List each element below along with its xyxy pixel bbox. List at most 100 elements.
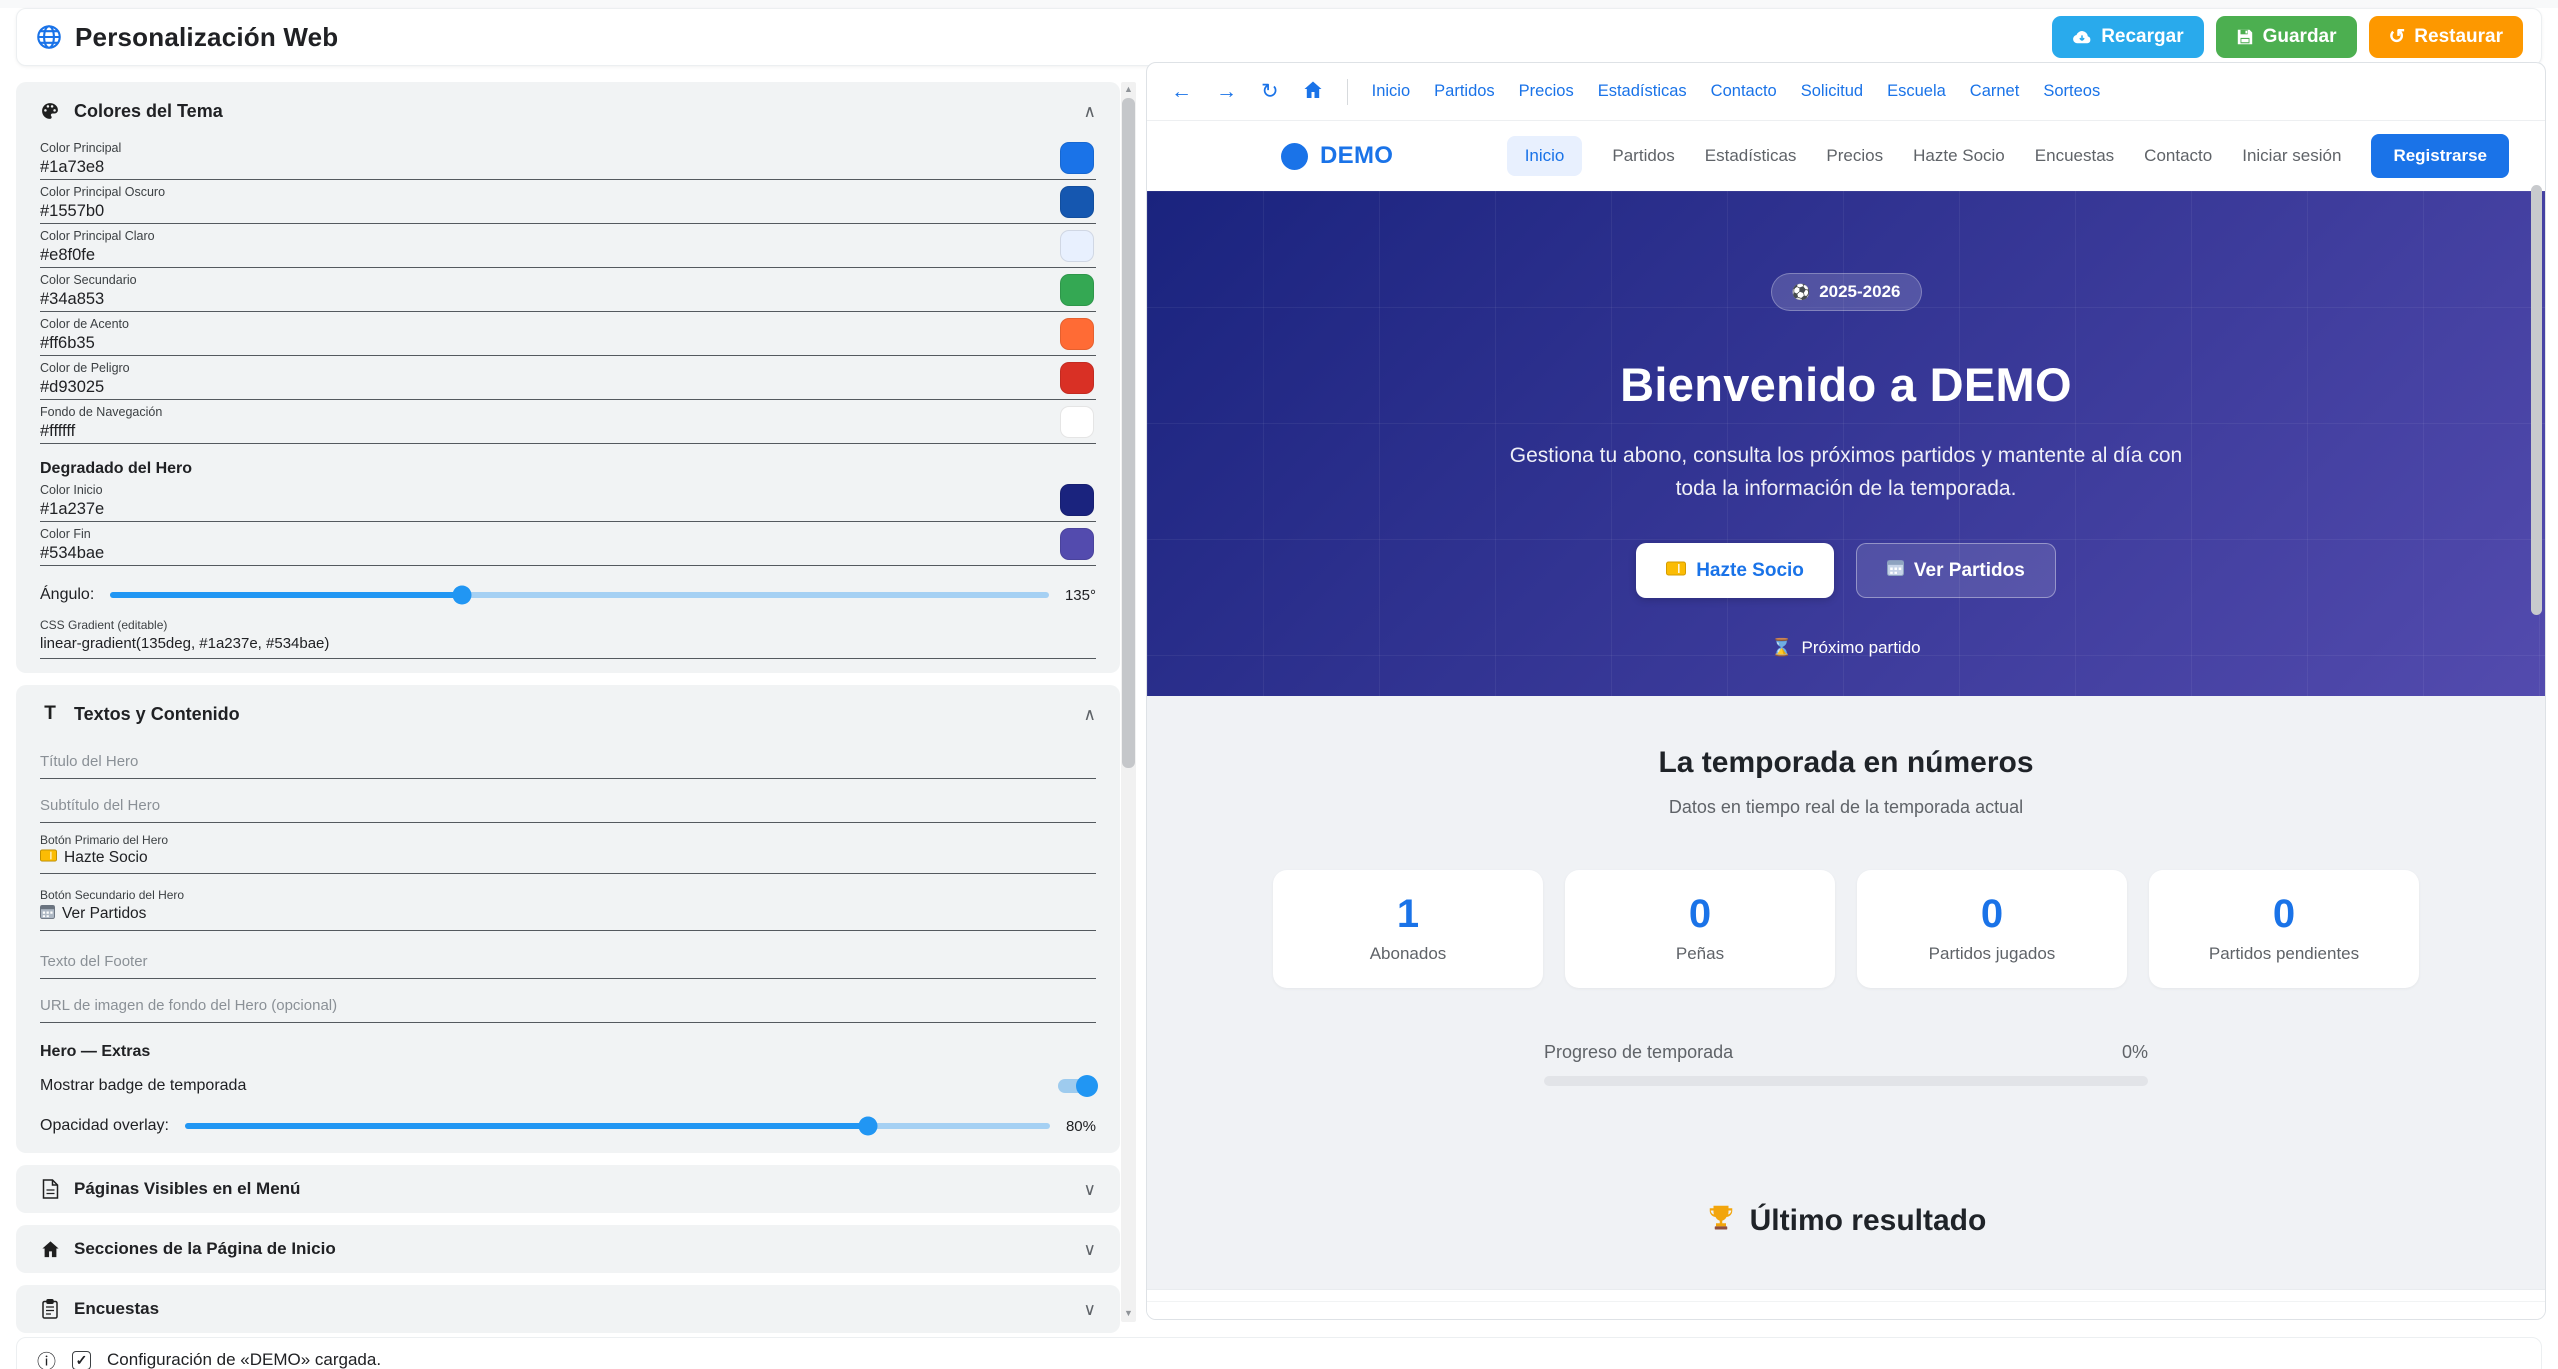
save-button[interactable]: Guardar bbox=[2216, 16, 2357, 58]
site-preview-panel: ← → ↻ Inicio Partidos Precios Estadístic… bbox=[1146, 62, 2546, 1320]
toolbar-link-partidos[interactable]: Partidos bbox=[1434, 82, 1495, 101]
hero-title-input[interactable]: Título del Hero bbox=[40, 747, 1096, 779]
color-swatch[interactable] bbox=[1060, 142, 1094, 174]
color-value-input[interactable]: #ffffff bbox=[40, 422, 1096, 441]
toolbar-link-contacto[interactable]: Contacto bbox=[1711, 82, 1777, 101]
overlay-slider-thumb[interactable] bbox=[859, 1117, 878, 1136]
status-bar: ⓘ ✓ Configuración de «DEMO» cargada. bbox=[16, 1337, 2542, 1369]
chevron-up-icon[interactable]: ∧ bbox=[1084, 103, 1096, 120]
hero-extras-subheading: Hero — Extras bbox=[40, 1043, 1096, 1061]
globe-icon bbox=[35, 23, 63, 51]
color-value-input[interactable]: #1a73e8 bbox=[40, 158, 1096, 177]
footer-text-input[interactable]: Texto del Footer bbox=[40, 947, 1096, 979]
toolbar-link-estadisticas[interactable]: Estadísticas bbox=[1598, 82, 1687, 101]
reload-button[interactable]: Recargar bbox=[2052, 16, 2203, 58]
color-value-input[interactable]: #34a853 bbox=[40, 290, 1096, 309]
section-texts-header[interactable]: T Textos y Contenido ∧ bbox=[40, 699, 1096, 729]
stats-subtitle: Datos en tiempo real de la temporada act… bbox=[1669, 797, 2023, 818]
stat-card-penas: 0 Peñas bbox=[1565, 870, 1835, 988]
ticket-icon bbox=[1666, 560, 1686, 582]
nav-item-encuestas[interactable]: Encuestas bbox=[2035, 146, 2114, 166]
restore-icon: ↺ bbox=[2389, 27, 2406, 47]
section-visible-pages[interactable]: Páginas Visibles en el Menú ∨ bbox=[16, 1165, 1120, 1213]
scroll-down-arrow[interactable]: ▼ bbox=[1121, 1308, 1136, 1318]
site-nav-items: Inicio Partidos Estadísticas Precios Haz… bbox=[1507, 134, 2509, 178]
back-icon[interactable]: ← bbox=[1171, 81, 1192, 102]
restore-button[interactable]: ↺ Restaurar bbox=[2369, 16, 2523, 58]
hero-primary-button[interactable]: Hazte Socio bbox=[1636, 543, 1834, 598]
chevron-down-icon[interactable]: ∨ bbox=[1084, 1181, 1096, 1198]
color-swatch[interactable] bbox=[1060, 274, 1094, 306]
register-button[interactable]: Registrarse bbox=[2371, 134, 2509, 178]
checkbox-checked-icon: ✓ bbox=[72, 1351, 91, 1369]
toolbar-divider bbox=[1347, 79, 1348, 105]
angle-slider-row: Ángulo: 135° bbox=[40, 582, 1096, 608]
css-gradient-input[interactable]: linear-gradient(135deg, #1a237e, #534bae… bbox=[40, 635, 1096, 652]
forward-icon[interactable]: → bbox=[1216, 81, 1237, 102]
refresh-icon[interactable]: ↻ bbox=[1261, 81, 1279, 102]
stat-card-abonados: 1 Abonados bbox=[1273, 870, 1543, 988]
secondary-button-input[interactable]: Botón Secundario del Hero Ver Partidos bbox=[40, 886, 1096, 931]
toolbar-link-inicio[interactable]: Inicio bbox=[1372, 82, 1411, 101]
primary-button-input[interactable]: Botón Primario del Hero Hazte Socio bbox=[40, 831, 1096, 874]
status-message: Configuración de «DEMO» cargada. bbox=[107, 1350, 381, 1369]
chevron-down-icon[interactable]: ∨ bbox=[1084, 1241, 1096, 1258]
overlay-opacity-slider[interactable] bbox=[185, 1123, 1050, 1129]
nav-item-iniciar-sesion[interactable]: Iniciar sesión bbox=[2242, 146, 2341, 166]
nav-item-contacto[interactable]: Contacto bbox=[2144, 146, 2212, 166]
color-value-input[interactable]: #1557b0 bbox=[40, 202, 1096, 221]
angle-slider[interactable] bbox=[110, 592, 1049, 598]
toolbar-link-escuela[interactable]: Escuela bbox=[1887, 82, 1946, 101]
preview-scrollbar-thumb[interactable] bbox=[2531, 185, 2542, 615]
left-panel-scrollbar[interactable]: ▲ ▼ bbox=[1121, 82, 1136, 1322]
nav-item-inicio[interactable]: Inicio bbox=[1507, 136, 1583, 176]
toolbar-link-carnet[interactable]: Carnet bbox=[1970, 82, 2020, 101]
scroll-up-arrow[interactable]: ▲ bbox=[1121, 84, 1136, 94]
nav-item-hazte-socio[interactable]: Hazte Socio bbox=[1913, 146, 2005, 166]
nav-item-precios[interactable]: Precios bbox=[1826, 146, 1883, 166]
home-icon[interactable] bbox=[1303, 80, 1323, 104]
site-brand[interactable]: DEMO bbox=[1281, 142, 1393, 170]
clipboard-icon bbox=[40, 1299, 60, 1319]
hourglass-icon: ⌛ bbox=[1771, 638, 1792, 658]
toolbar-link-sorteos[interactable]: Sorteos bbox=[2043, 82, 2100, 101]
stats-title: La temporada en números bbox=[1658, 746, 2033, 780]
chevron-up-icon[interactable]: ∧ bbox=[1084, 706, 1096, 723]
preview-scrollbar[interactable] bbox=[2531, 185, 2542, 1315]
section-surveys[interactable]: Encuestas ∨ bbox=[16, 1285, 1120, 1333]
left-scrollbar-thumb[interactable] bbox=[1122, 98, 1135, 768]
stats-cards: 1 Abonados 0 Peñas 0 Partidos jugados 0 … bbox=[1273, 870, 2419, 988]
color-swatch[interactable] bbox=[1060, 528, 1094, 560]
section-home-sections[interactable]: Secciones de la Página de Inicio ∨ bbox=[16, 1225, 1120, 1273]
color-swatch[interactable] bbox=[1060, 484, 1094, 516]
hero-bg-url-input[interactable]: URL de imagen de fondo del Hero (opciona… bbox=[40, 991, 1096, 1023]
color-swatch[interactable] bbox=[1060, 362, 1094, 394]
season-progress: Progreso de temporada 0% bbox=[1544, 1042, 2148, 1086]
color-value-input[interactable]: #d93025 bbox=[40, 378, 1096, 397]
nav-item-estadisticas[interactable]: Estadísticas bbox=[1705, 146, 1797, 166]
palette-icon bbox=[40, 101, 60, 121]
hero-secondary-button[interactable]: Ver Partidos bbox=[1856, 543, 2056, 598]
angle-slider-thumb[interactable] bbox=[453, 586, 472, 605]
trophy-icon bbox=[1706, 1202, 1736, 1240]
color-swatch[interactable] bbox=[1060, 318, 1094, 350]
toolbar-link-solicitud[interactable]: Solicitud bbox=[1801, 82, 1863, 101]
app-header: Personalización Web Recargar Guardar ↺ R… bbox=[16, 8, 2542, 66]
preview-footer-strip bbox=[1147, 1289, 2545, 1319]
page-title: Personalización Web bbox=[75, 22, 338, 53]
color-value-input[interactable]: #534bae bbox=[40, 544, 1096, 563]
color-value-input[interactable]: #e8f0fe bbox=[40, 246, 1096, 265]
color-swatch[interactable] bbox=[1060, 186, 1094, 218]
hero-subtitle-input[interactable]: Subtítulo del Hero bbox=[40, 791, 1096, 823]
badge-toggle[interactable] bbox=[1058, 1079, 1096, 1093]
hero-title: Bienvenido a DEMO bbox=[1620, 357, 2072, 412]
nav-item-partidos[interactable]: Partidos bbox=[1612, 146, 1674, 166]
section-theme-colors-header[interactable]: Colores del Tema ∧ bbox=[40, 96, 1096, 126]
color-value-input[interactable]: #ff6b35 bbox=[40, 334, 1096, 353]
chevron-down-icon[interactable]: ∨ bbox=[1084, 1301, 1096, 1318]
toolbar-link-precios[interactable]: Precios bbox=[1519, 82, 1574, 101]
site-navbar: DEMO Inicio Partidos Estadísticas Precio… bbox=[1147, 121, 2545, 191]
color-swatch[interactable] bbox=[1060, 230, 1094, 262]
color-value-input[interactable]: #1a237e bbox=[40, 500, 1096, 519]
color-swatch[interactable] bbox=[1060, 406, 1094, 438]
